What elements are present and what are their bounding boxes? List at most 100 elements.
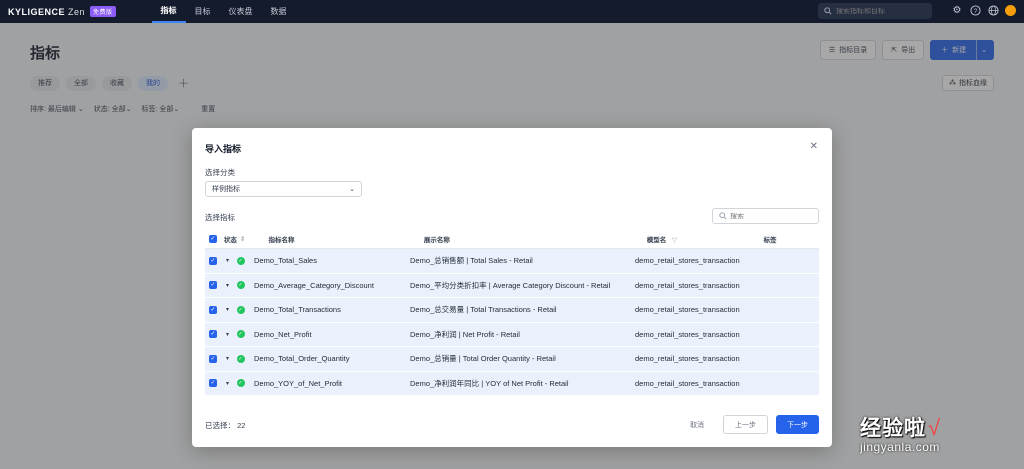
nav-tab-metrics[interactable]: 指标 [151,0,186,23]
selected-count: 已选择： 22 [205,420,245,431]
row-checkbox[interactable]: ✓ [205,379,221,388]
prev-step-button[interactable]: 上一步 [723,415,768,434]
status-column-header[interactable]: 状态 ⇕ [221,234,263,244]
expand-caret-icon[interactable]: ▾ [221,355,234,362]
row-checkbox[interactable]: ✓ [205,305,221,314]
metric-name: Demo_Total_Order_Quantity [254,354,350,364]
metric-model: demo_retail_stores_transaction [635,305,740,315]
success-check-icon: ✓ [236,305,245,314]
brand-logo[interactable]: KYLIGENCE Zen 免费版 [8,6,116,17]
success-check-icon: ✓ [236,354,245,363]
select-all-checkbox[interactable]: ✓ [205,234,221,243]
status-cell: ✓ [234,379,247,388]
metric-display-name: Demo_净利润 | Net Profit - Retail [410,329,520,339]
search-icon [719,212,727,220]
metric-name: Demo_Net_Profit [254,329,312,339]
metric-model: demo_retail_stores_transaction [635,256,740,266]
metric-model: demo_retail_stores_transaction [635,280,740,290]
checkbox-checked-icon: ✓ [209,379,217,388]
checkbox-checked-icon: ✓ [209,330,217,339]
nav-tab-data[interactable]: 数据 [262,0,296,23]
brand-suffix: Zen [68,6,86,17]
nav-tab-goals[interactable]: 目标 [186,0,220,23]
success-check-icon: ✓ [236,256,245,265]
nav-tab-dashboards[interactable]: 仪表盘 [220,0,262,23]
selected-value: 22 [237,421,246,430]
row-checkbox[interactable]: ✓ [205,330,221,339]
gear-icon[interactable]: ⚙ [951,4,963,16]
status-cell: ✓ [234,256,247,265]
sort-icon: ⇕ [239,235,246,243]
expand-caret-icon[interactable]: ▾ [221,306,234,313]
metrics-label: 选择指标 [205,213,235,222]
import-metrics-dialog: 导入指标 ✕ 选择分类 样例指标 ⌄ 选择指标 ✓ 状态⇕ 指标名称 展示名称 … [192,128,832,447]
expand-caret-icon[interactable]: ▾ [221,257,234,264]
top-navbar: KYLIGENCE Zen 免费版 指标 目标 仪表盘 数据 ⚙ ? [0,0,1024,23]
avatar[interactable] [1005,4,1016,16]
status-cell: ✓ [234,305,247,314]
global-search[interactable] [818,3,932,19]
status-header-label: 状态 [223,236,237,244]
globe-icon[interactable] [987,4,999,16]
success-check-icon: ✓ [236,379,245,388]
checkbox-checked-icon: ✓ [208,234,217,243]
category-select[interactable]: 样例指标 ⌄ [205,181,362,197]
model-header-label: 模型名 [646,236,667,244]
table-row[interactable]: ✓ ▾ ✓ Demo_Total_Sales Demo_总销售额 | Total… [205,249,819,274]
svg-text:?: ? [973,7,977,14]
main-nav: 指标 目标 仪表盘 数据 [151,0,296,23]
brand-name: KYLIGENCE [8,6,66,17]
close-icon[interactable]: ✕ [810,141,818,152]
row-checkbox[interactable]: ✓ [205,256,221,265]
watermark-url: jingyanla.com [860,440,940,454]
watermark-text: 经验啦 [860,417,926,440]
metric-model: demo_retail_stores_transaction [635,378,740,388]
success-check-icon: ✓ [236,281,245,290]
display-column-header: 展示名称 [423,236,450,244]
row-checkbox[interactable]: ✓ [205,281,221,290]
table-row[interactable]: ✓ ▾ ✓ Demo_Average_Category_Discount Dem… [205,273,819,298]
success-check-icon: ✓ [236,330,245,339]
table-row[interactable]: ✓ ▾ ✓ Demo_YOY_of_Net_Profit Demo_净利润年同比… [205,371,819,396]
dialog-footer: 取消 上一步 下一步 [679,415,819,434]
metric-display-name: Demo_净利润年同比 | YOY of Net Profit - Retail [410,378,569,388]
next-step-button[interactable]: 下一步 [776,415,819,434]
metric-search[interactable] [712,208,819,224]
tag-column-header: 标签 [763,236,777,244]
table-header: ✓ 状态 ⇕ 指标名称 展示名称 模型名 ▽ 标签 [205,229,819,249]
metric-model: demo_retail_stores_transaction [635,354,740,364]
metric-model: demo_retail_stores_transaction [635,329,740,339]
category-label: 选择分类 [205,168,235,177]
selected-label: 已选择： [205,421,235,430]
expand-caret-icon[interactable]: ▾ [221,331,234,338]
expand-caret-icon[interactable]: ▾ [221,282,234,289]
status-cell: ✓ [234,281,247,290]
edition-badge: 免费版 [90,6,116,17]
metric-display-name: Demo_总销量 | Total Order Quantity - Retail [410,354,556,364]
checkbox-checked-icon: ✓ [209,256,217,265]
metrics-table: ✓ 状态 ⇕ 指标名称 展示名称 模型名 ▽ 标签 ✓ ▾ ✓ Demo_Tota… [205,229,819,396]
model-column-header: 模型名 ▽ [647,234,764,244]
filter-icon[interactable]: ▽ [672,237,677,244]
metric-name: Demo_Total_Transactions [254,305,341,315]
topbar-icons: ⚙ ? [951,4,1016,16]
table-row[interactable]: ✓ ▾ ✓ Demo_Total_Transactions Demo_总交易量 … [205,298,819,323]
metric-name: Demo_YOY_of_Net_Profit [254,378,342,388]
help-icon[interactable]: ? [969,4,981,16]
cancel-button[interactable]: 取消 [679,415,715,434]
metric-name: Demo_Total_Sales [254,256,317,266]
watermark: 经验啦√ jingyanla.com [860,412,940,454]
row-checkbox[interactable]: ✓ [205,354,221,363]
checkbox-checked-icon: ✓ [209,281,217,290]
table-row[interactable]: ✓ ▾ ✓ Demo_Net_Profit Demo_净利润 | Net Pro… [205,322,819,347]
search-icon [824,7,832,15]
expand-caret-icon[interactable]: ▾ [221,380,234,387]
metric-display-name: Demo_平均分类折扣率 | Average Category Discount… [410,280,611,290]
category-value: 样例指标 [212,186,240,193]
name-column-header: 指标名称 [268,236,295,244]
metric-search-input[interactable] [730,212,810,220]
table-row[interactable]: ✓ ▾ ✓ Demo_Total_Order_Quantity Demo_总销量… [205,347,819,372]
global-search-input[interactable] [836,7,926,15]
chevron-down-icon: ⌄ [349,186,355,193]
checkbox-checked-icon: ✓ [209,305,217,314]
